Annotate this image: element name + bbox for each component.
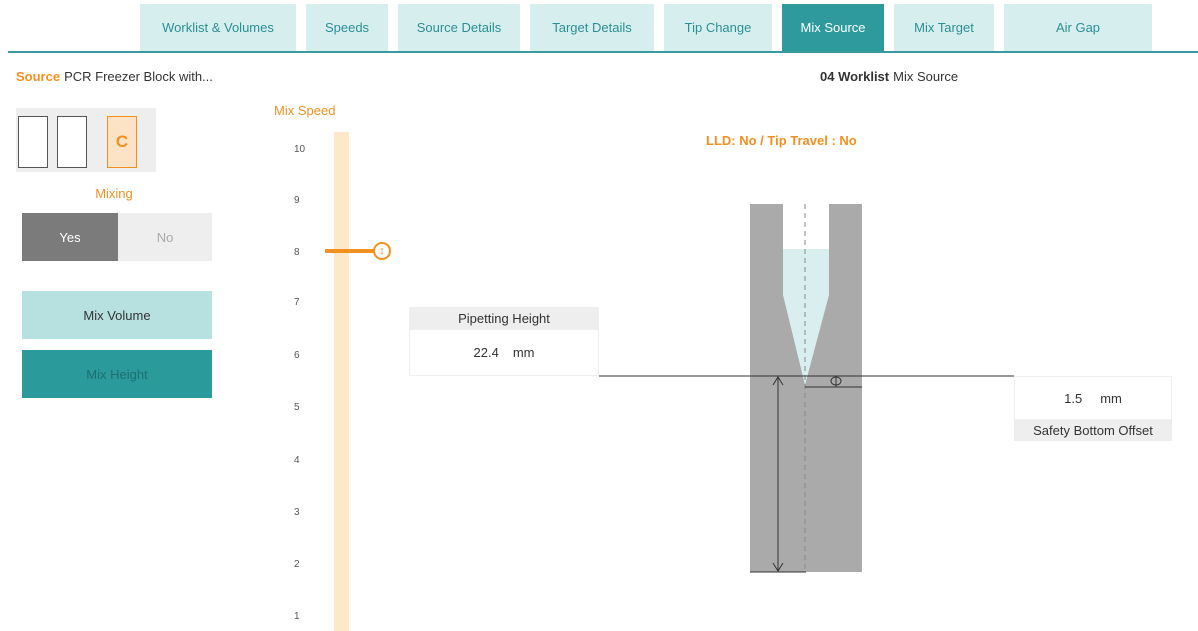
safety-offset-label: Safety Bottom Offset: [1014, 420, 1172, 441]
pipetting-height-field[interactable]: 22.4 mm: [409, 329, 599, 376]
safety-offset-field[interactable]: 1.5 mm: [1014, 376, 1172, 420]
pipetting-height-value: 22.4: [473, 345, 499, 360]
pipetting-height-label: Pipetting Height: [409, 307, 599, 329]
safety-offset-unit: mm: [1100, 390, 1122, 406]
safety-offset-value: 1.5: [1064, 390, 1083, 406]
well-icon: [750, 204, 862, 572]
well-diagram: [599, 204, 1014, 573]
pipetting-height-unit: mm: [512, 345, 535, 360]
